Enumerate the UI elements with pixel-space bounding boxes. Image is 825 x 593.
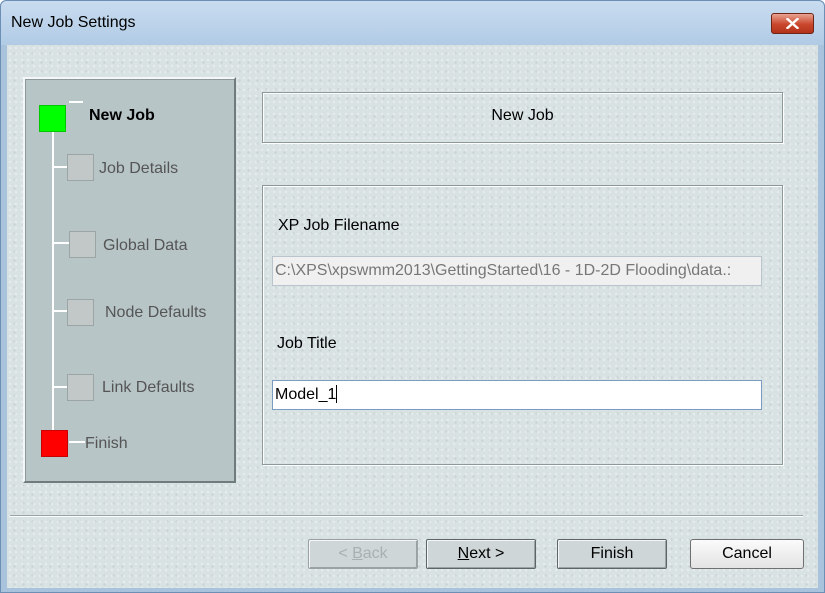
page-title: New Job bbox=[491, 107, 554, 124]
step-label-link-defaults: Link Defaults bbox=[102, 379, 195, 396]
wizard-steps-panel: New Job Job Details Global Data Node Def… bbox=[23, 77, 236, 483]
tree-connector-line bbox=[52, 166, 68, 168]
finish-button[interactable]: Finish bbox=[557, 539, 667, 569]
tree-connector-line bbox=[69, 441, 85, 443]
window-title: New Job Settings bbox=[11, 14, 136, 31]
step-indicator-new-job bbox=[39, 105, 66, 132]
step-indicator-finish bbox=[41, 430, 68, 457]
next-button[interactable]: Next > bbox=[426, 539, 536, 569]
finish-button-label: Finish bbox=[590, 545, 634, 562]
close-button[interactable] bbox=[771, 13, 814, 34]
close-x-icon bbox=[786, 18, 799, 29]
filename-label: XP Job Filename bbox=[278, 217, 400, 234]
text-caret bbox=[336, 384, 338, 403]
cancel-button[interactable]: Cancel bbox=[690, 539, 804, 569]
button-separator bbox=[10, 515, 803, 517]
filename-field: C:\XPS\xpswmm2013\GettingStarted\16 - 1D… bbox=[272, 256, 762, 286]
step-indicator-job-details bbox=[67, 154, 94, 181]
step-label-node-defaults: Node Defaults bbox=[105, 304, 207, 321]
title-bar[interactable]: New Job Settings bbox=[1, 1, 824, 45]
back-prefix: < bbox=[338, 545, 353, 562]
back-button[interactable]: < Back bbox=[308, 539, 418, 569]
dialog-client-area: New Job Job Details Global Data Node Def… bbox=[7, 45, 818, 588]
job-title-value: Model_1 bbox=[275, 386, 337, 403]
tree-connector-line bbox=[69, 101, 83, 103]
next-rest: ext > bbox=[469, 545, 505, 562]
job-title-label: Job Title bbox=[277, 335, 337, 352]
page-header-box: New Job bbox=[262, 92, 783, 143]
step-label-global-data: Global Data bbox=[103, 237, 188, 254]
step-indicator-global-data bbox=[69, 231, 96, 258]
job-title-input[interactable]: Model_1 bbox=[272, 380, 762, 410]
step-label-job-details: Job Details bbox=[99, 160, 179, 177]
step-label-finish: Finish bbox=[85, 435, 128, 452]
step-indicator-link-defaults bbox=[67, 374, 94, 401]
step-indicator-node-defaults bbox=[67, 299, 94, 326]
step-label-new-job: New Job bbox=[89, 107, 155, 124]
back-mnemonic: B bbox=[352, 545, 363, 562]
job-settings-group: XP Job Filename C:\XPS\xpswmm2013\Gettin… bbox=[262, 185, 783, 465]
cancel-button-label: Cancel bbox=[722, 545, 772, 562]
next-mnemonic: N bbox=[457, 545, 470, 562]
back-rest: ack bbox=[362, 545, 388, 562]
dialog-window: New Job Settings New Job Job Details Glo… bbox=[0, 0, 825, 593]
